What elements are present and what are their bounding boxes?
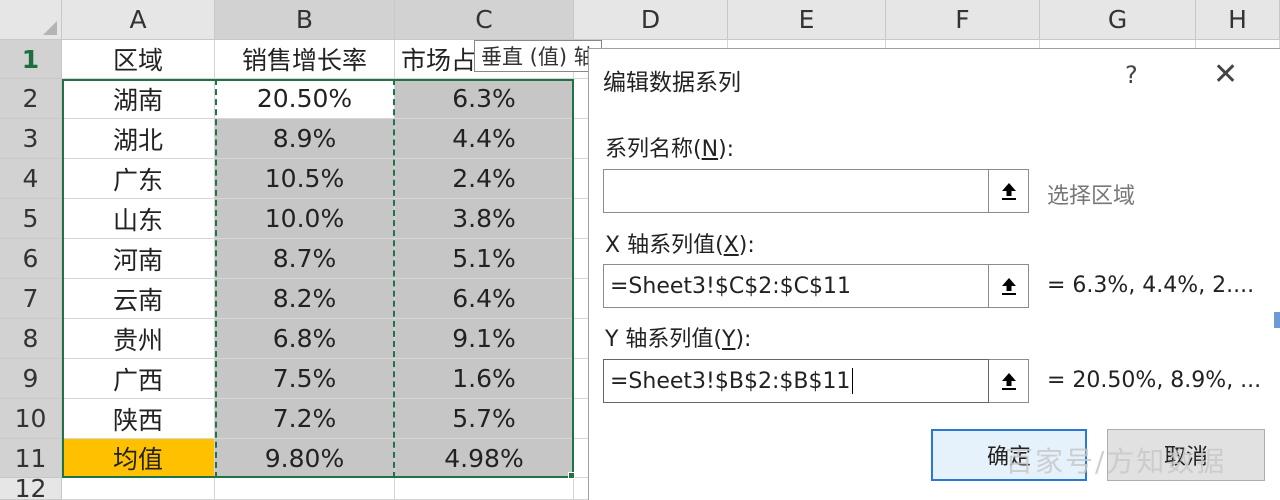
row-header-5[interactable]: 5 (0, 199, 62, 239)
region-cell[interactable]: 广东 (62, 159, 215, 199)
column-header-f[interactable]: F (886, 0, 1040, 40)
collapse-dialog-icon[interactable] (989, 169, 1029, 213)
x-values-input[interactable]: =Sheet3!$C$2:$C$11 (603, 264, 989, 308)
column-header-a[interactable]: A (62, 0, 215, 40)
region-cell[interactable]: 广西 (62, 359, 215, 399)
column-header-g[interactable]: G (1040, 0, 1196, 40)
value-cell[interactable]: 3.8% (395, 199, 574, 239)
row-header-7[interactable]: 7 (0, 279, 62, 319)
value-cell[interactable]: 8.2% (215, 279, 395, 319)
close-icon[interactable]: ✕ (1213, 57, 1238, 92)
series-name-input[interactable] (603, 169, 989, 213)
value-cell[interactable]: 6.4% (395, 279, 574, 319)
region-cell[interactable]: 湖北 (62, 119, 215, 159)
y-values-label: Y 轴系列值(Y): (605, 327, 752, 352)
select-all-corner[interactable] (0, 0, 62, 40)
row-header-10[interactable]: 10 (0, 399, 62, 439)
column-header-d[interactable]: D (574, 0, 728, 40)
fill-handle[interactable] (568, 472, 575, 479)
region-cell[interactable]: 河南 (62, 239, 215, 279)
value-cell[interactable]: 4.98% (395, 439, 574, 478)
row-header-3[interactable]: 3 (0, 119, 62, 159)
collapse-dialog-icon[interactable] (989, 264, 1029, 308)
row-header-11[interactable]: 11 (0, 439, 62, 478)
value-cell[interactable]: 2.4% (395, 159, 574, 199)
select-range-hint: 选择区域 (1047, 184, 1136, 209)
value-cell[interactable]: 8.9% (215, 119, 395, 159)
x-values-preview: = 6.3%, 4.4%, 2.... (1047, 273, 1255, 298)
axis-tooltip: 垂直 (值) 轴 (474, 40, 602, 72)
value-cell[interactable]: 5.1% (395, 239, 574, 279)
value-cell[interactable]: 10.5% (215, 159, 395, 199)
value-cell[interactable]: 6.8% (215, 319, 395, 359)
header-cell[interactable]: 区域 (62, 40, 215, 79)
region-cell[interactable]: 山东 (62, 199, 215, 239)
column-header-b[interactable]: B (215, 0, 395, 40)
dialog-title: 编辑数据系列 (603, 70, 741, 96)
value-cell[interactable]: 9.80% (215, 439, 395, 478)
y-values-input[interactable]: =Sheet3!$B$2:$B$11 (603, 359, 989, 403)
row-header-1[interactable]: 1 (0, 40, 62, 79)
help-icon[interactable]: ? (1125, 61, 1138, 89)
region-cell[interactable]: 云南 (62, 279, 215, 319)
header-cell[interactable]: 销售增长率 (215, 40, 395, 79)
series-name-label: 系列名称(N): (605, 137, 735, 162)
y-values-preview: = 20.50%, 8.9%, ... (1047, 368, 1262, 393)
value-cell[interactable]: 8.7% (215, 239, 395, 279)
value-cell[interactable]: 10.0% (215, 199, 395, 239)
value-cell[interactable]: 5.7% (395, 399, 574, 439)
region-cell[interactable]: 湖南 (62, 79, 215, 119)
row-header-2[interactable]: 2 (0, 79, 62, 119)
value-cell[interactable]: 6.3% (395, 79, 574, 119)
row-header-4[interactable]: 4 (0, 159, 62, 199)
value-cell[interactable]: 7.5% (215, 359, 395, 399)
row-header-12[interactable]: 12 (0, 474, 62, 500)
scrollbar-thumb[interactable] (1274, 312, 1280, 328)
text-caret (852, 368, 854, 394)
value-cell[interactable]: 4.4% (395, 119, 574, 159)
value-cell[interactable]: 9.1% (395, 319, 574, 359)
row-header-8[interactable]: 8 (0, 319, 62, 359)
row-header-6[interactable]: 6 (0, 239, 62, 279)
x-values-label: X 轴系列值(X): (605, 233, 755, 258)
column-header-h[interactable]: H (1196, 0, 1280, 40)
row-header-9[interactable]: 9 (0, 359, 62, 399)
column-header-e[interactable]: E (728, 0, 886, 40)
collapse-dialog-icon[interactable] (989, 359, 1029, 403)
grid-cell[interactable] (62, 478, 215, 500)
value-cell[interactable]: 7.2% (215, 399, 395, 439)
region-cell[interactable]: 均值 (62, 439, 215, 478)
edit-series-dialog: 编辑数据系列 ? ✕ 系列名称(N): 选择区域 X 轴系列值(X): =She… (588, 48, 1280, 500)
value-cell[interactable]: 1.6% (395, 359, 574, 399)
value-cell[interactable]: 20.50% (215, 79, 395, 119)
region-cell[interactable]: 陕西 (62, 399, 215, 439)
cancel-button[interactable]: 取消 (1107, 429, 1265, 481)
ok-button[interactable]: 确定 (931, 429, 1087, 481)
grid-cell[interactable] (215, 478, 395, 500)
region-cell[interactable]: 贵州 (62, 319, 215, 359)
column-header-c[interactable]: C (395, 0, 574, 40)
grid-cell[interactable] (395, 478, 574, 500)
